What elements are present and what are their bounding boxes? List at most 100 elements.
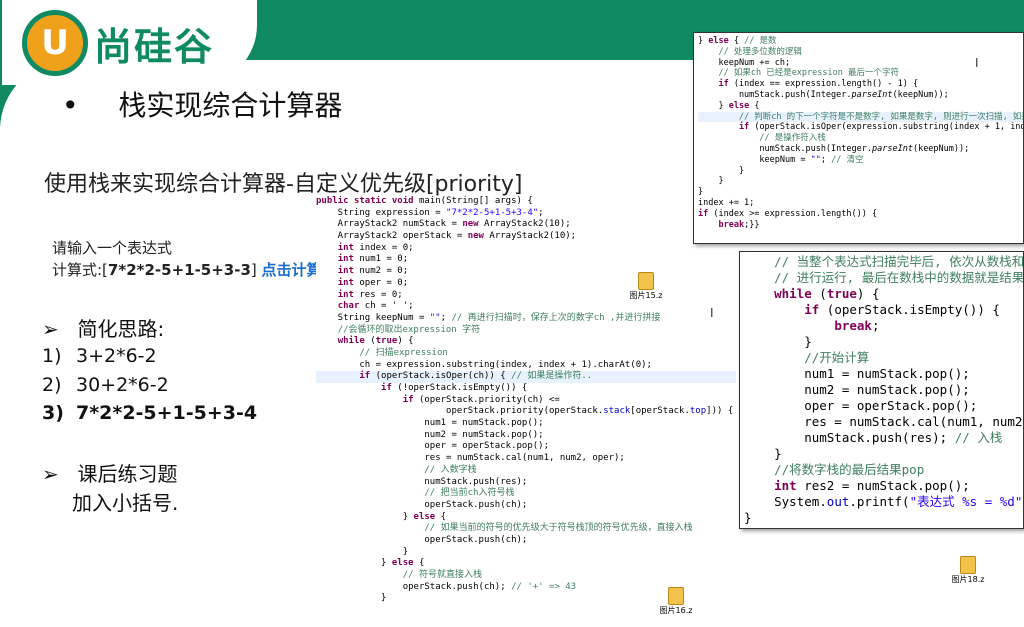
expression-value: 7*2*2-5+1-5+3-3 (107, 261, 251, 279)
text-cursor-icon: I (710, 306, 714, 320)
code-line: } (744, 510, 752, 525)
code-line: res = numStack.cal(num1, num2, oper); (316, 453, 625, 464)
section-exercise: ➢ 课后练习题 (42, 458, 177, 487)
arrow-bullet-icon: ➢ (42, 317, 59, 341)
code-line: if (operStack.isOper(expression.substrin… (738, 122, 1024, 133)
step-text: 3+2*6-2 (76, 345, 157, 367)
code-line: } (698, 187, 704, 198)
file-name: 图片16.z (659, 606, 693, 615)
code-line: } (698, 165, 745, 176)
code-line: int res2 = numStack.pop(); (774, 478, 970, 493)
expression-line: 计算式:[7*2*2-5+1-5+3-3] 点击计算 (52, 259, 322, 280)
calculate-link[interactable]: 点击计算 (262, 261, 322, 279)
brand-name: 尚硅谷 (94, 25, 215, 69)
code-line: } (744, 334, 812, 349)
code-line: if (!operStack.isEmpty()) { (381, 383, 528, 393)
code-line: numStack.push(Integer.parseInt(keepNum))… (698, 89, 949, 100)
code-line: oper = operStack.pop(); (316, 441, 549, 452)
folder-icon (668, 587, 684, 605)
code-line: ArrayStack2 numStack = new ArrayStack2(1… (316, 219, 571, 230)
step-item: 1) 3+2*6-2 (42, 345, 157, 367)
code-line: oper = operStack.pop(); (744, 398, 978, 413)
code-line: } else { (316, 511, 447, 522)
code-line: while (true) { (337, 336, 414, 347)
code-line: System.out.printf("表达式 %s = %d", e (744, 494, 1023, 509)
code-line: } else { (316, 558, 425, 569)
title-text: 栈实现综合计算器 (118, 89, 343, 122)
code-line: num2 = numStack.pop(); (316, 429, 544, 440)
code-main-snippet: public static void main(String[] args) {… (316, 196, 736, 627)
step-number: 2) (42, 374, 62, 396)
code-line: if (index == expression.length() - 1) { (718, 79, 919, 90)
code-line: } (316, 546, 409, 557)
brand-logo: U 尚硅谷 (2, 0, 257, 85)
code-line: num2 = numStack.pop(); (744, 382, 970, 397)
code-line: //会循环的取出expression 字符 (337, 324, 481, 335)
code-line: num1 = numStack.pop(); (744, 366, 970, 381)
logo-circle-icon: U (22, 10, 88, 76)
code-line: operStack.push(ch); (316, 534, 528, 545)
code-line: numStack.push(res); // 入栈 (744, 430, 1003, 445)
logo-letter: U (41, 23, 69, 63)
code-line: if (operStack.priority(ch) <= (402, 394, 560, 405)
code-line: num1 = numStack.pop(); (316, 418, 544, 429)
expression-label: 计算式:[ (52, 261, 108, 279)
file-attachment[interactable]: 图片18.z (938, 556, 998, 585)
title-bullet: • (62, 89, 79, 122)
step-item: 2) 30+2*6-2 (42, 374, 169, 396)
code-line: operStack.priority(operStack.stack[operS… (316, 406, 734, 417)
code-line: break;}} (718, 219, 760, 230)
step-number: 1) (42, 345, 62, 367)
file-attachment[interactable]: 图片16.z (646, 587, 706, 616)
code-line: if (operStack.isOper(ch)) { // 如果是操作符.. (316, 371, 736, 383)
code-line: // 如果ch 已经是expression 最后一个字符 (718, 68, 899, 79)
code-line: keepNum = ""; // 清空 (698, 154, 864, 165)
slide-title: • 栈实现综合计算器 (62, 84, 342, 124)
code-line: public static void main(String[] args) { (316, 196, 533, 206)
section-simplified-approach: ➢ 简化思路: (42, 313, 164, 342)
code-line: if (operStack.isEmpty()) { (804, 302, 1000, 317)
file-name: 图片18.z (951, 575, 985, 584)
code-line: } (698, 176, 724, 187)
code-line: numStack.push(res); (316, 476, 528, 487)
code-line: ArrayStack2 operStack = new ArrayStack2(… (316, 231, 577, 242)
step-number: 3) (42, 402, 64, 424)
code-line: numStack.push(Integer.parseInt(keepNum))… (698, 143, 970, 154)
code-line: char ch = ' '; (337, 301, 414, 312)
section-heading: 课后练习题 (77, 462, 178, 486)
code-line: String expression = "7*2*2-5+1-5+3-4"; (316, 207, 544, 218)
code-window-final-calc: // 当整个表达式扫描完毕后, 依次从数栈和符号 // 进行运行, 最后在数栈中… (739, 251, 1024, 529)
code-line: while (true) { (774, 286, 880, 301)
code-line: } else { (698, 100, 760, 111)
code-line: operStack.push(ch); (316, 499, 528, 510)
code-line: //开始计算 (804, 350, 870, 365)
section-heading: 简化思路: (77, 317, 165, 341)
exercise-detail: 加入小括号. (72, 491, 179, 515)
code-line: // 判断ch 的下一个字符是不是数字, 如果是数字, 则进行一次扫描, 如果是 (698, 111, 1023, 123)
code-line: //将数字栈的最后结果pop (774, 462, 925, 477)
code-line: index += 1; (698, 197, 755, 208)
code-line: res = numStack.cal(num1, num2, (744, 414, 1024, 429)
step-item: 3) 7*2*2-5+1-5+3-4 (42, 402, 257, 424)
folder-icon (960, 556, 976, 574)
code-line: int index = 0; (337, 242, 414, 253)
step-text: 7*2*2-5+1-5+3-4 (76, 402, 258, 424)
code-line: String keepNum = ""; // 再进行扫描时，保存上次的数字ch… (316, 312, 661, 323)
code-line: break; (834, 318, 880, 333)
text-cursor-icon: I (975, 56, 979, 70)
file-attachment[interactable]: 图片15.z (616, 272, 676, 301)
code-line: // 如果当前的符号的优先级大于符号栈顶的符号优先级，直接入栈 (424, 523, 693, 534)
code-line: if (index >= expression.length()) { (698, 208, 878, 219)
step-text: 30+2*6-2 (76, 374, 169, 396)
expression-prompt: 请输入一个表达式 (52, 239, 173, 257)
code-line: } else { // 是数 (698, 36, 777, 46)
code-line: // 入数字栈 (424, 464, 477, 475)
code-line: // 是操作符入栈 (759, 133, 826, 144)
code-line: // 符号就直接入栈 (402, 570, 482, 580)
code-line: } (744, 446, 782, 461)
code-line: // 当整个表达式扫描完毕后, 依次从数栈和符号 (774, 254, 1024, 269)
code-line: // 进行运行, 最后在数栈中的数据就是结果 (774, 270, 1024, 285)
code-line: // 扫描expression (359, 347, 448, 358)
slide-subtitle: 使用栈来实现综合计算器-自定义优先级[priority] (44, 172, 523, 197)
expression-close: ] (250, 261, 257, 279)
